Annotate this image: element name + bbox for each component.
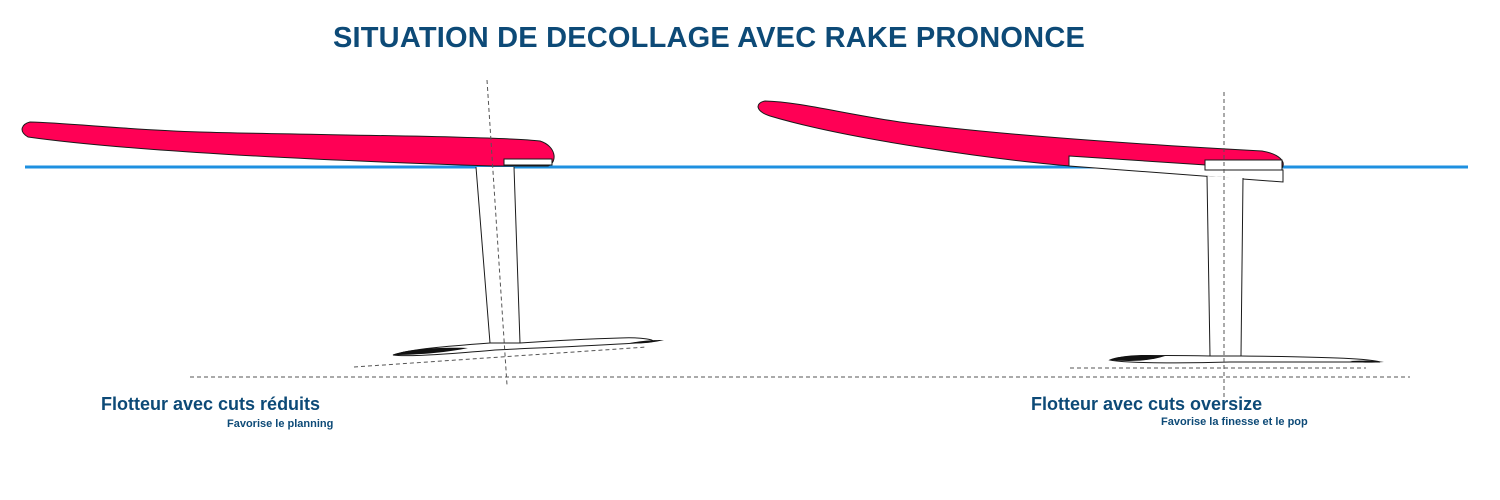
left-subcaption: Favorise le planning [227, 418, 334, 430]
right-mast-plate [1204, 159, 1283, 171]
right-subcaption: Favorise la finesse et le pop [1161, 416, 1308, 428]
right-board [757, 100, 1284, 169]
right-mast [1206, 175, 1244, 357]
left-caption: Flotteur avec cuts réduits [101, 394, 321, 414]
left-board [21, 121, 555, 167]
left-mast-plate [503, 158, 553, 166]
right-caption: Flotteur avec cuts oversize [1031, 394, 1263, 414]
